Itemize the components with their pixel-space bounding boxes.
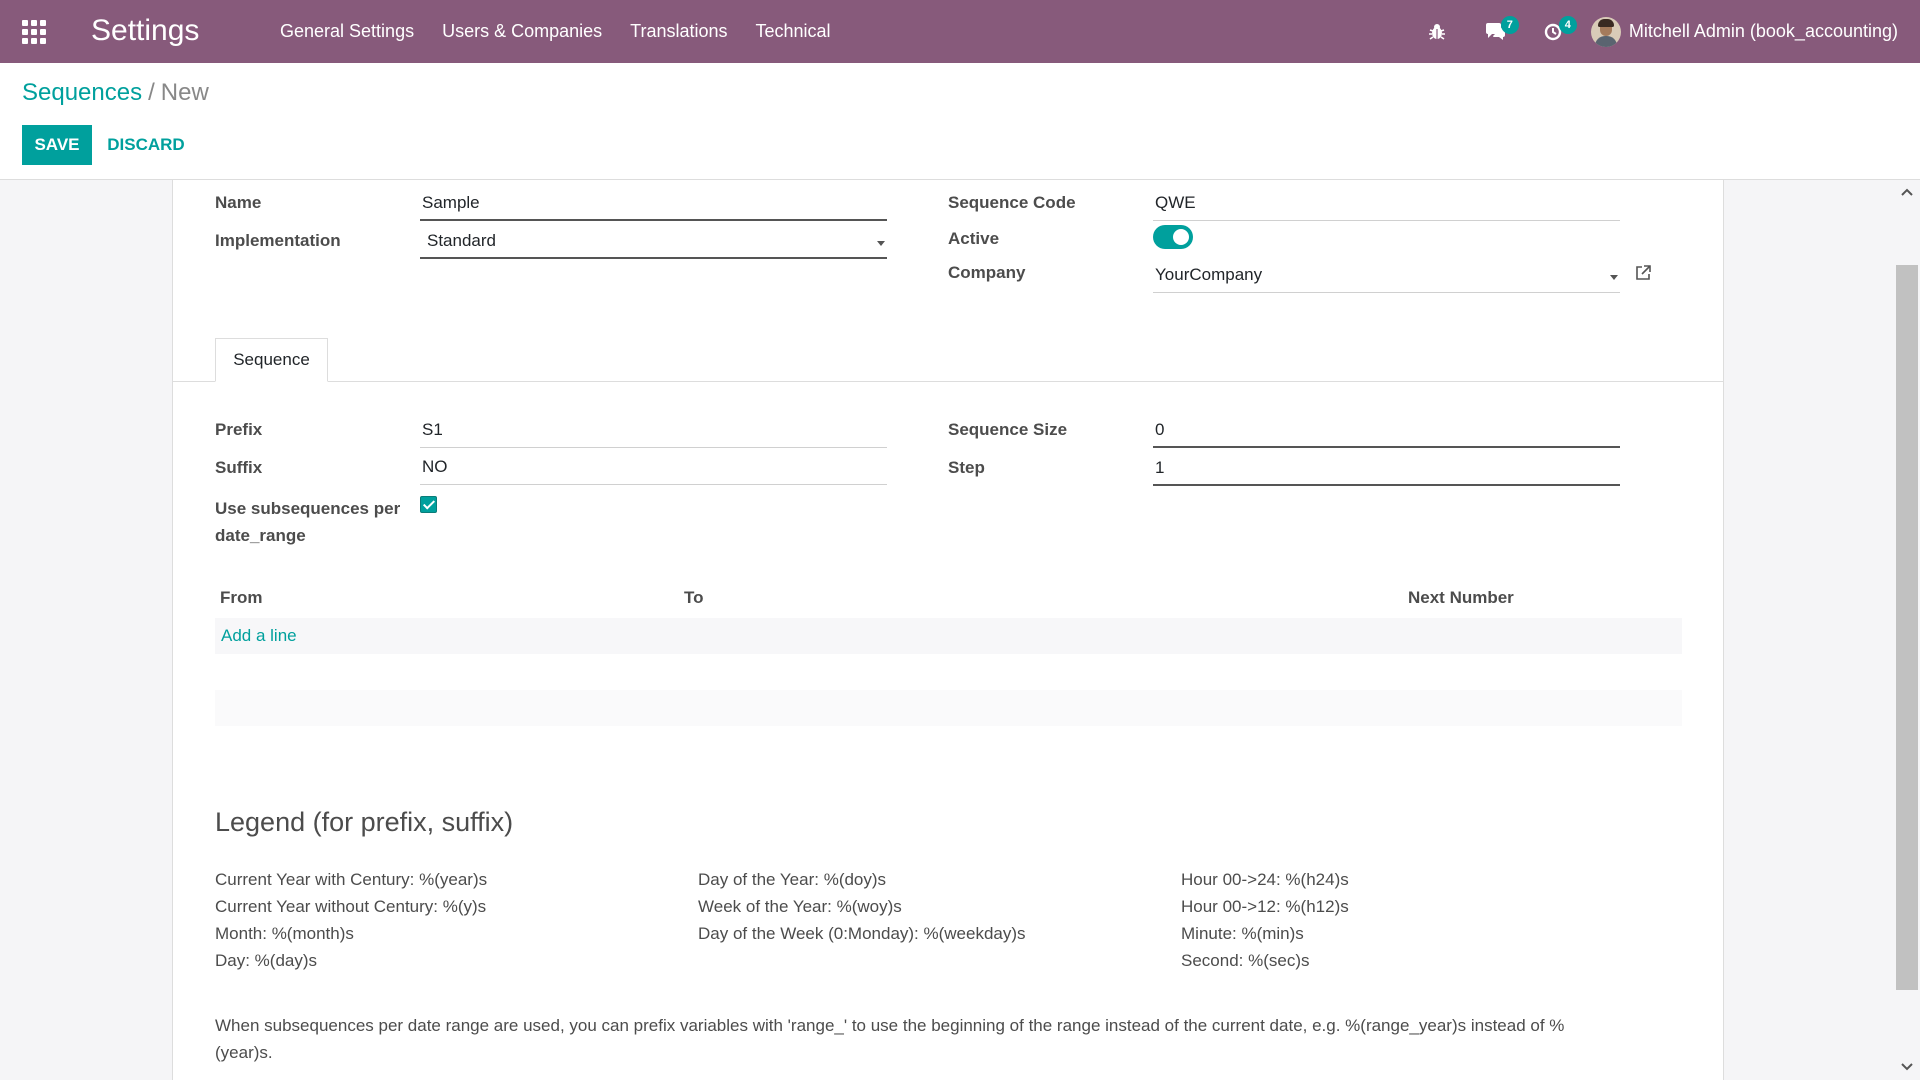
breadcrumb-separator: /	[148, 79, 155, 106]
form-sheet: Name Sample Implementation Standard Sequ…	[172, 180, 1724, 1080]
save-button[interactable]: SAVE	[22, 125, 92, 165]
prefix-label: Prefix	[215, 420, 263, 439]
legend-item: Current Year without Century: %(y)s	[215, 897, 487, 916]
active-toggle[interactable]	[1153, 225, 1193, 249]
sequence-size-label: Sequence Size	[948, 420, 1068, 439]
activities-clock-icon[interactable]: 4	[1533, 0, 1577, 63]
name-label: Name	[215, 193, 262, 212]
systray: 7 4 Mitchell Admin (book_accounting)	[1417, 0, 1920, 63]
company-select[interactable]: YourCompany	[1153, 260, 1620, 293]
legend-column-3: Hour 00->24: %(h24)s Hour 00->12: %(h12)…	[1181, 866, 1349, 974]
table-row	[215, 690, 1682, 726]
legend-item: Minute: %(min)s	[1181, 924, 1304, 943]
step-label: Step	[948, 458, 985, 477]
legend-item: Day of the Year: %(doy)s	[698, 870, 887, 889]
scrollbar-thumb[interactable]	[1896, 265, 1918, 990]
scroll-down-icon[interactable]	[1898, 1058, 1916, 1076]
implementation-label: Implementation	[215, 231, 341, 250]
activities-badge: 4	[1558, 16, 1577, 34]
use-subsequences-label-line2: date_range	[215, 526, 306, 545]
suffix-label: Suffix	[215, 458, 263, 477]
column-to[interactable]: To	[684, 588, 704, 608]
user-avatar	[1590, 16, 1621, 47]
prefix-input[interactable]: S1	[420, 415, 887, 448]
sequence-size-input[interactable]: 0	[1153, 415, 1620, 448]
implementation-value: Standard	[427, 231, 496, 250]
legend-note: When subsequences per date range are use…	[215, 1016, 1565, 1062]
menu-technical[interactable]: Technical	[742, 21, 845, 42]
legend-column-2: Day of the Year: %(doy)s Week of the Yea…	[698, 866, 1026, 947]
messages-badge: 7	[1500, 16, 1519, 34]
user-name: Mitchell Admin (book_accounting)	[1628, 21, 1898, 41]
legend-item: Day of the Week (0:Monday): %(weekday)s	[698, 924, 1026, 943]
app-title: Settings	[91, 14, 200, 47]
company-value: YourCompany	[1155, 265, 1263, 284]
legend-column-1: Current Year with Century: %(year)s Curr…	[215, 866, 487, 974]
messages-chat-icon[interactable]: 7	[1475, 0, 1519, 63]
scroll-up-icon[interactable]	[1898, 184, 1916, 202]
legend-item: Current Year with Century: %(year)s	[215, 870, 488, 889]
legend-item: Second: %(sec)s	[1181, 951, 1310, 970]
external-link-icon[interactable]	[1634, 264, 1652, 287]
chevron-down-icon	[877, 241, 885, 246]
apps-menu-icon[interactable]	[22, 20, 46, 44]
legend-item: Month: %(month)s	[215, 924, 354, 943]
menu-translations[interactable]: Translations	[616, 21, 741, 42]
add-a-line-link[interactable]: Add a line	[221, 626, 297, 646]
debug-bug-icon[interactable]	[1417, 0, 1457, 63]
breadcrumb-current: New	[160, 79, 209, 106]
column-from[interactable]: From	[220, 588, 263, 608]
tabs-divider	[173, 381, 1723, 382]
sequence-code-input[interactable]: QWE	[1153, 188, 1620, 221]
column-next-number[interactable]: Next Number	[1408, 588, 1514, 608]
active-label: Active	[948, 229, 1000, 248]
legend-item: Week of the Year: %(woy)s	[698, 897, 902, 916]
suffix-input[interactable]: NO	[420, 452, 887, 485]
use-subsequences-label: Use subsequences per date_range	[215, 495, 400, 549]
legend-item: Day: %(day)s	[215, 951, 318, 970]
main-menu: General Settings Users & Companies Trans…	[266, 0, 845, 63]
implementation-select[interactable]: Standard	[420, 226, 887, 259]
step-input[interactable]: 1	[1153, 453, 1620, 486]
table-row	[215, 618, 1682, 654]
legend-item: Hour 00->12: %(h12)s	[1181, 897, 1349, 916]
use-subsequences-label-line1: Use subsequences per	[215, 499, 401, 518]
top-navbar: Settings General Settings Users & Compan…	[0, 0, 1920, 63]
control-panel: Sequences / New SAVE DISCARD	[0, 63, 1920, 180]
tab-sequence[interactable]: Sequence	[215, 338, 328, 382]
discard-button[interactable]: DISCARD	[98, 125, 194, 165]
menu-users-companies[interactable]: Users & Companies	[428, 21, 616, 42]
user-menu[interactable]: Mitchell Admin (book_accounting)	[1590, 16, 1920, 47]
breadcrumb-sequences-link[interactable]: Sequences	[22, 79, 142, 106]
legend-item: Hour 00->24: %(h24)s	[1181, 870, 1349, 889]
chevron-down-icon	[1610, 275, 1618, 280]
sequence-code-label: Sequence Code	[948, 193, 1076, 212]
legend-title: Legend (for prefix, suffix)	[215, 807, 514, 837]
menu-general-settings[interactable]: General Settings	[266, 21, 428, 42]
company-label: Company	[948, 263, 1026, 282]
name-input[interactable]: Sample	[420, 188, 887, 221]
use-subsequences-checkbox[interactable]	[420, 496, 437, 513]
breadcrumb: Sequences / New	[22, 79, 209, 107]
